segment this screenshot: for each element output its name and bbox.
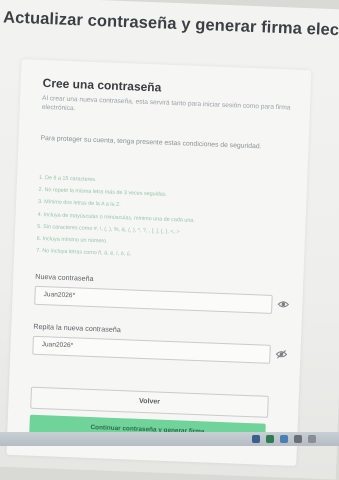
form-intro-text: Al crear una nueva contraseña, esta serv… [41, 94, 291, 113]
taskbar-app-icon[interactable] [294, 435, 302, 443]
taskbar-app-icon[interactable] [252, 435, 260, 443]
taskbar-app-icon[interactable] [308, 435, 316, 443]
new-password-field[interactable]: Juan2026* [34, 285, 290, 314]
repeat-password-label: Repita la nueva contraseña [33, 321, 121, 335]
new-password-label: Nueva contraseña [35, 271, 94, 284]
back-button[interactable]: Volver [30, 386, 269, 418]
eye-slash-icon[interactable] [275, 349, 288, 359]
password-form-card: Cree una contraseña Al crear una nueva c… [6, 59, 312, 466]
new-password-value: Juan2026* [43, 291, 76, 300]
security-note: Para proteger su cuenta, tenga presente … [40, 134, 262, 151]
repeat-password-field[interactable]: Juan2026* [32, 335, 288, 364]
eye-icon[interactable] [277, 299, 290, 309]
password-rules-list: 1. De 8 a 15 caracteres. 2. No repetir l… [36, 172, 299, 267]
taskbar-app-icon[interactable] [280, 435, 288, 443]
taskbar-app-icon[interactable] [266, 435, 274, 443]
browser-viewport: Actualizar contraseña y generar firma el… [0, 0, 339, 480]
form-heading: Cree una contraseña [42, 75, 162, 95]
taskbar [0, 432, 339, 446]
repeat-password-value: Juan2026* [41, 341, 74, 350]
page-title: Actualizar contraseña y generar firma el… [2, 8, 339, 41]
